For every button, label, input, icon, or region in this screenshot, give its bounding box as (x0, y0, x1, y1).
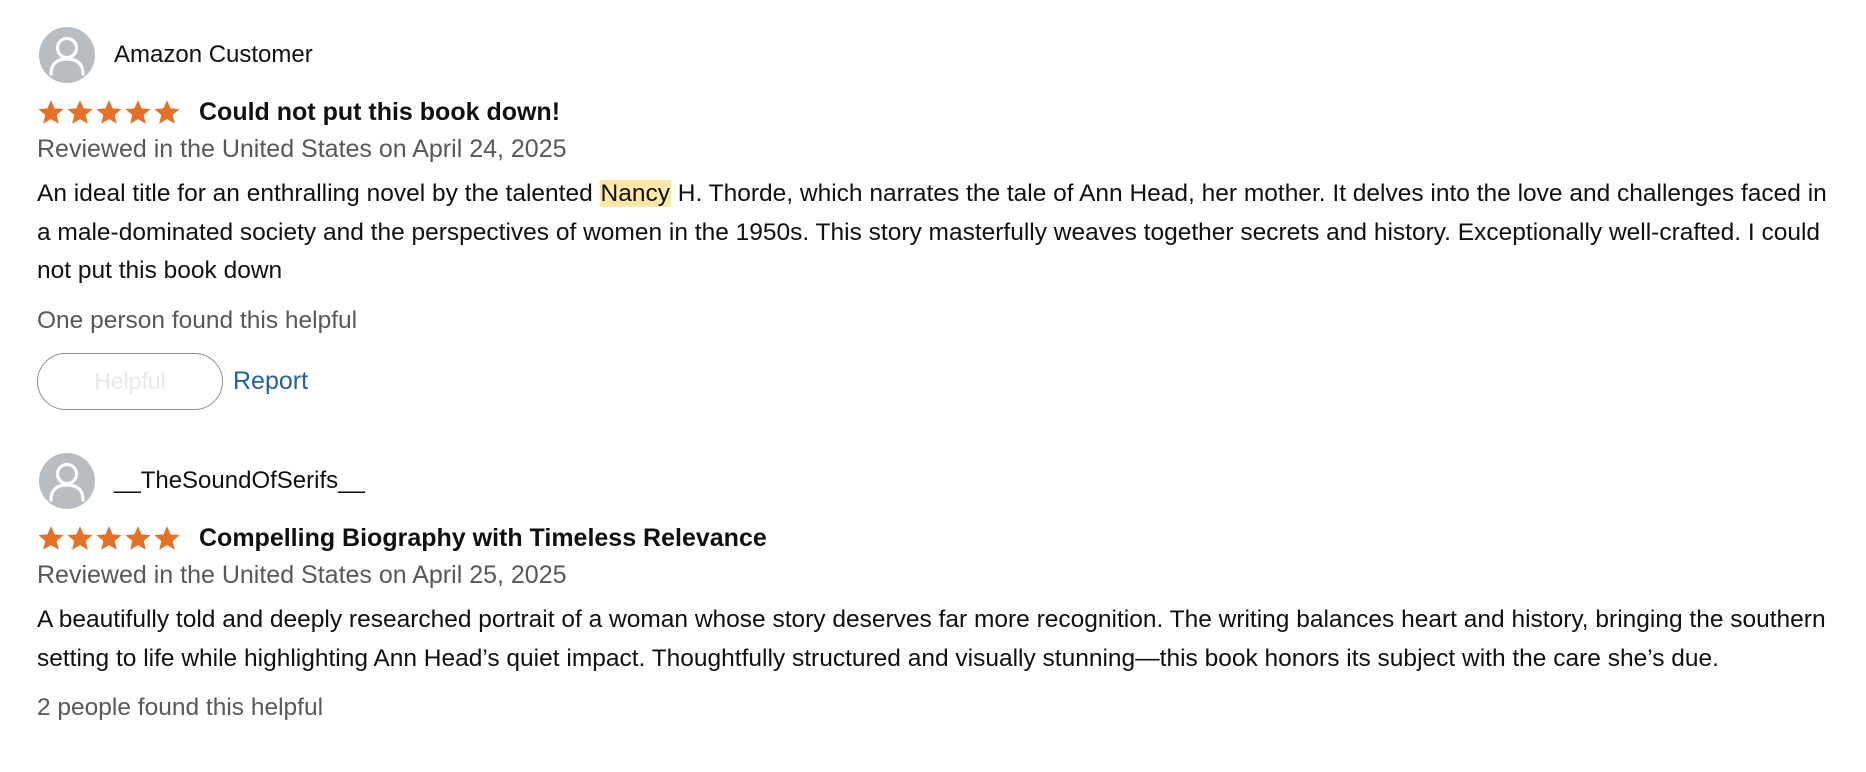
star-rating[interactable] (37, 524, 182, 552)
user-avatar-icon (39, 27, 95, 83)
review-actions: Helpful Report (37, 352, 1837, 410)
review-date: Reviewed in the United States on April 2… (37, 561, 567, 589)
reviewer-name: Amazon Customer (114, 41, 313, 68)
review-card: Amazon Customer Could not put this book … (37, 27, 1837, 410)
reviewer-profile[interactable]: __TheSoundOfSerifs__ (39, 453, 1837, 509)
highlighted-term: Nancy (599, 180, 671, 207)
star-icon (154, 100, 180, 124)
star-icon (67, 100, 93, 124)
user-avatar-icon (39, 453, 95, 509)
report-link[interactable]: Report (233, 367, 308, 396)
review-body: An ideal title for an enthralling novel … (37, 175, 1827, 291)
reviewer-profile[interactable]: Amazon Customer (39, 27, 1837, 83)
review-body: A beautifully told and deeply researched… (37, 606, 1826, 672)
star-icon (125, 526, 151, 550)
star-icon (96, 100, 122, 124)
star-rating[interactable] (37, 98, 182, 126)
helpful-count: One person found this helpful (37, 306, 358, 334)
review-card: __TheSoundOfSerifs__ Compelling Biograph… (37, 453, 1837, 724)
star-icon (154, 526, 180, 550)
star-icon (96, 526, 122, 550)
helpful-count: 2 people found this helpful (37, 694, 324, 721)
review-title[interactable]: Could not put this book down! (199, 97, 560, 127)
review-body-text: An ideal title for an enthralling novel … (37, 180, 600, 207)
star-icon (125, 100, 151, 124)
review-title[interactable]: Compelling Biography with Timeless Relev… (199, 523, 767, 553)
reviewer-name: __TheSoundOfSerifs__ (114, 467, 365, 494)
star-icon (38, 100, 64, 124)
helpful-button[interactable]: Helpful (37, 352, 223, 410)
star-icon (67, 526, 93, 550)
review-date: Reviewed in the United States on April 2… (37, 135, 567, 163)
star-icon (38, 526, 64, 550)
